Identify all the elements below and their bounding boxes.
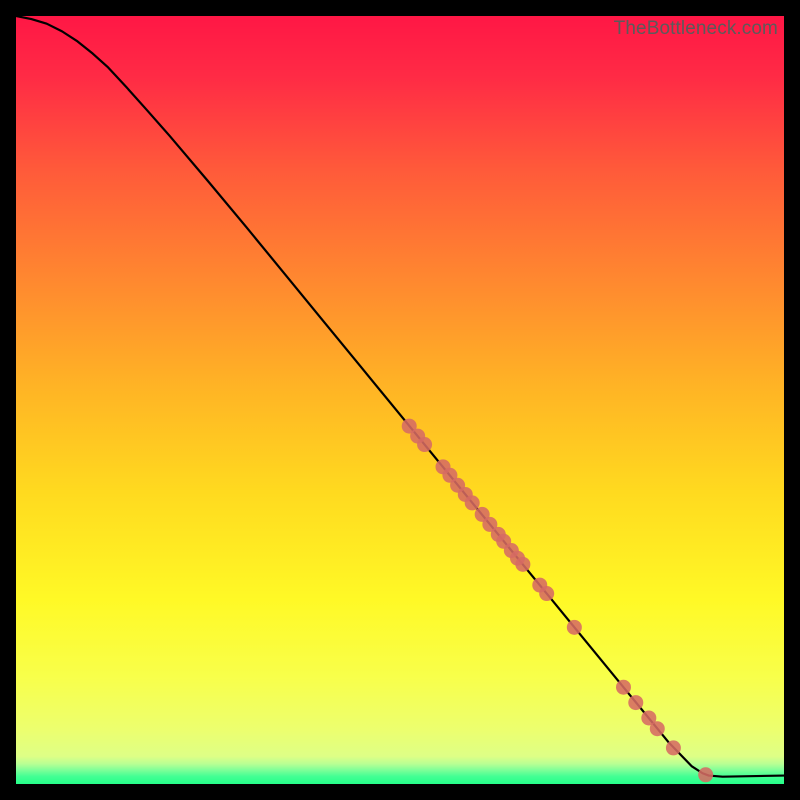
data-dot bbox=[515, 557, 530, 572]
data-dot bbox=[417, 437, 432, 452]
data-dot bbox=[628, 695, 643, 710]
data-dot bbox=[616, 680, 631, 695]
chart-canvas bbox=[16, 16, 784, 784]
chart-background bbox=[16, 16, 784, 784]
data-dot bbox=[650, 721, 665, 736]
chart-frame: TheBottleneck.com bbox=[0, 0, 800, 800]
data-dot bbox=[539, 586, 554, 601]
data-dot bbox=[567, 620, 582, 635]
data-dot bbox=[698, 767, 713, 782]
watermark-text: TheBottleneck.com bbox=[614, 18, 778, 40]
data-dot bbox=[465, 495, 480, 510]
data-dot bbox=[666, 740, 681, 755]
